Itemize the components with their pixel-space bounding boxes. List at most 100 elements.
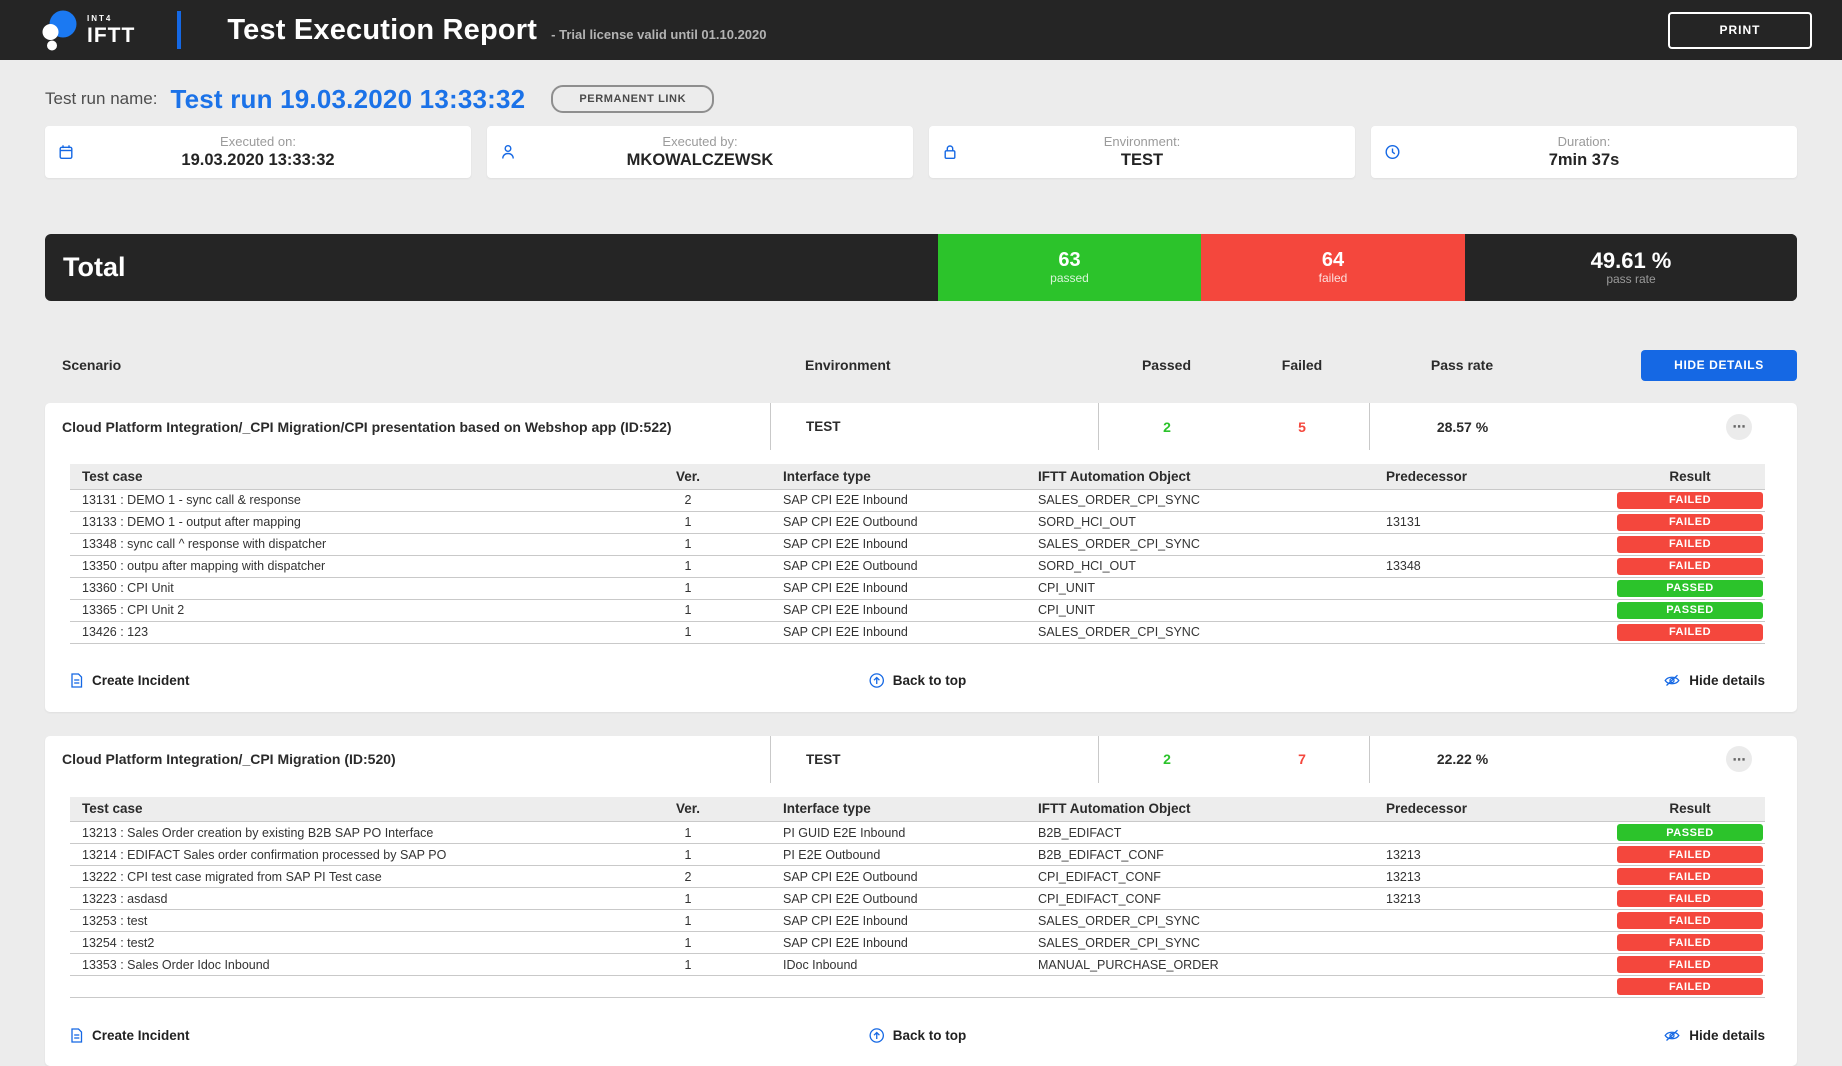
test-case-automation-object [1036, 976, 1384, 998]
scenario-name: Cloud Platform Integration/_CPI Migratio… [45, 403, 770, 450]
back-to-top-link[interactable]: Back to top [869, 673, 967, 688]
test-case-version: 1 [640, 932, 736, 954]
scenario-more-button[interactable]: ⋯ [1726, 746, 1752, 772]
total-pass-rate-value: 49.61 % [1591, 248, 1672, 273]
test-case-automation-object: B2B_EDIFACT [1036, 822, 1384, 844]
eye-off-icon [1664, 1028, 1680, 1043]
test-case-name: 13353 : Sales Order Idoc Inbound [70, 954, 640, 976]
environment-value: TEST [1121, 151, 1163, 170]
back-to-top-icon [869, 1028, 884, 1043]
test-case-row[interactable]: 13213 : Sales Order creation by existing… [70, 822, 1765, 844]
result-column-label: Result [1614, 464, 1765, 489]
permanent-link-button[interactable]: PERMANENT LINK [551, 85, 714, 113]
int4-logo-icon [40, 9, 78, 51]
test-case-row[interactable]: 13222 : CPI test case migrated from SAP … [70, 866, 1765, 888]
hide-details-button[interactable]: HIDE DETAILS [1641, 350, 1797, 381]
total-pass-rate-label: pass rate [1606, 273, 1655, 287]
clock-icon [1385, 145, 1400, 160]
eye-off-icon [1664, 673, 1680, 688]
scenario-failed-count: 7 [1235, 736, 1369, 783]
interface-type-column-label: Interface type [736, 464, 1036, 489]
test-case-predecessor [1384, 976, 1614, 998]
logo-text-int4: INT4 [87, 15, 135, 23]
passed-column-label: Passed [1098, 357, 1235, 373]
test-case-row[interactable]: 13365 : CPI Unit 2 1 SAP CPI E2E Inbound… [70, 599, 1765, 621]
test-case-row[interactable]: 13253 : test 1 SAP CPI E2E Inbound SALES… [70, 910, 1765, 932]
total-summary-bar: Total 63 passed 64 failed 49.61 % pass r… [45, 234, 1797, 301]
license-notice: - Trial license valid until 01.10.2020 [551, 27, 766, 42]
failed-column-label: Failed [1235, 357, 1369, 373]
section-footer: Create Incident Back to top [70, 1022, 1765, 1048]
create-incident-link[interactable]: Create Incident [70, 1028, 190, 1043]
test-case-interface-type: SAP CPI E2E Inbound [736, 533, 1036, 555]
result-badge: FAILED [1617, 956, 1763, 973]
test-case-predecessor [1384, 489, 1614, 511]
test-case-automation-object: CPI_UNIT [1036, 599, 1384, 621]
test-case-automation-object: SORD_HCI_OUT [1036, 555, 1384, 577]
top-bar: INT4 IFTT Test Execution Report - Trial … [0, 0, 1842, 60]
hide-details-link[interactable]: Hide details [1664, 1028, 1765, 1043]
test-case-row[interactable]: 13131 : DEMO 1 - sync call & response 2 … [70, 489, 1765, 511]
test-case-automation-object: CPI_EDIFACT_CONF [1036, 888, 1384, 910]
test-case-version: 1 [640, 822, 736, 844]
create-incident-label: Create Incident [92, 1028, 190, 1043]
calendar-icon [59, 145, 73, 160]
hide-details-link[interactable]: Hide details [1664, 673, 1765, 688]
test-case-row[interactable]: 13350 : outpu after mapping with dispatc… [70, 555, 1765, 577]
test-case-interface-type: SAP CPI E2E Inbound [736, 910, 1036, 932]
total-failed-label: failed [1319, 272, 1348, 286]
lock-icon [943, 145, 957, 160]
test-case-automation-object: MANUAL_PURCHASE_ORDER [1036, 954, 1384, 976]
result-badge: PASSED [1617, 824, 1763, 841]
test-case-name: 13131 : DEMO 1 - sync call & response [70, 489, 640, 511]
test-case-row[interactable]: 13348 : sync call ^ response with dispat… [70, 533, 1765, 555]
test-case-row[interactable]: 13223 : asdasd 1 SAP CPI E2E Outbound CP… [70, 888, 1765, 910]
executed-on-card: Executed on: 19.03.2020 13:33:32 [45, 126, 471, 178]
test-case-header-row: Test case Ver. Interface type IFTT Autom… [70, 464, 1765, 489]
test-case-row[interactable]: 13133 : DEMO 1 - output after mapping 1 … [70, 511, 1765, 533]
test-case-name: 13222 : CPI test case migrated from SAP … [70, 866, 640, 888]
test-case-interface-type: SAP CPI E2E Inbound [736, 577, 1036, 599]
scenario-environment: TEST [770, 403, 1098, 450]
test-case-interface-type: SAP CPI E2E Inbound [736, 599, 1036, 621]
create-incident-label: Create Incident [92, 673, 190, 688]
test-case-version: 2 [640, 866, 736, 888]
test-case-predecessor [1384, 533, 1614, 555]
create-incident-link[interactable]: Create Incident [70, 673, 190, 688]
test-case-version: 1 [640, 577, 736, 599]
test-case-name: 13213 : Sales Order creation by existing… [70, 822, 640, 844]
test-case-version: 1 [640, 888, 736, 910]
test-case-name: 13365 : CPI Unit 2 [70, 599, 640, 621]
result-badge: FAILED [1617, 890, 1763, 907]
scenario-pass-rate: 28.57 % [1369, 403, 1555, 450]
test-case-name: 13350 : outpu after mapping with dispatc… [70, 555, 640, 577]
hide-details-link-label: Hide details [1689, 673, 1765, 688]
test-case-predecessor [1384, 954, 1614, 976]
executed-on-label: Executed on: [220, 134, 296, 149]
test-case-automation-object: SALES_ORDER_CPI_SYNC [1036, 621, 1384, 643]
test-case-automation-object: CPI_EDIFACT_CONF [1036, 866, 1384, 888]
test-case-header-row: Test case Ver. Interface type IFTT Autom… [70, 797, 1765, 822]
result-badge: FAILED [1617, 492, 1763, 509]
result-badge: FAILED [1617, 868, 1763, 885]
test-case-row[interactable]: 13254 : test2 1 SAP CPI E2E Inbound SALE… [70, 932, 1765, 954]
test-case-row[interactable]: 13360 : CPI Unit 1 SAP CPI E2E Inbound C… [70, 577, 1765, 599]
print-button[interactable]: PRINT [1668, 12, 1812, 49]
scenario-more-button[interactable]: ⋯ [1726, 414, 1752, 440]
test-case-row[interactable]: 13426 : 123 1 SAP CPI E2E Inbound SALES_… [70, 621, 1765, 643]
logo-text-iftt: IFTT [87, 25, 135, 46]
total-pass-rate-block: 49.61 % pass rate [1465, 234, 1797, 301]
test-case-interface-type: SAP CPI E2E Outbound [736, 555, 1036, 577]
executed-by-card: Executed by: MKOWALCZEWSK [487, 126, 913, 178]
test-case-row[interactable]: 13214 : EDIFACT Sales order confirmation… [70, 844, 1765, 866]
test-case-version: 1 [640, 910, 736, 932]
test-case-row[interactable]: FAILED [70, 976, 1765, 998]
test-case-interface-type: IDoc Inbound [736, 954, 1036, 976]
result-badge: FAILED [1617, 934, 1763, 951]
test-case-table: Test case Ver. Interface type IFTT Autom… [70, 464, 1765, 644]
back-to-top-link[interactable]: Back to top [869, 1028, 967, 1043]
test-case-row[interactable]: 13353 : Sales Order Idoc Inbound 1 IDoc … [70, 954, 1765, 976]
version-column-label: Ver. [640, 797, 736, 822]
incident-file-icon [70, 673, 83, 688]
automation-object-column-label: IFTT Automation Object [1036, 797, 1384, 822]
